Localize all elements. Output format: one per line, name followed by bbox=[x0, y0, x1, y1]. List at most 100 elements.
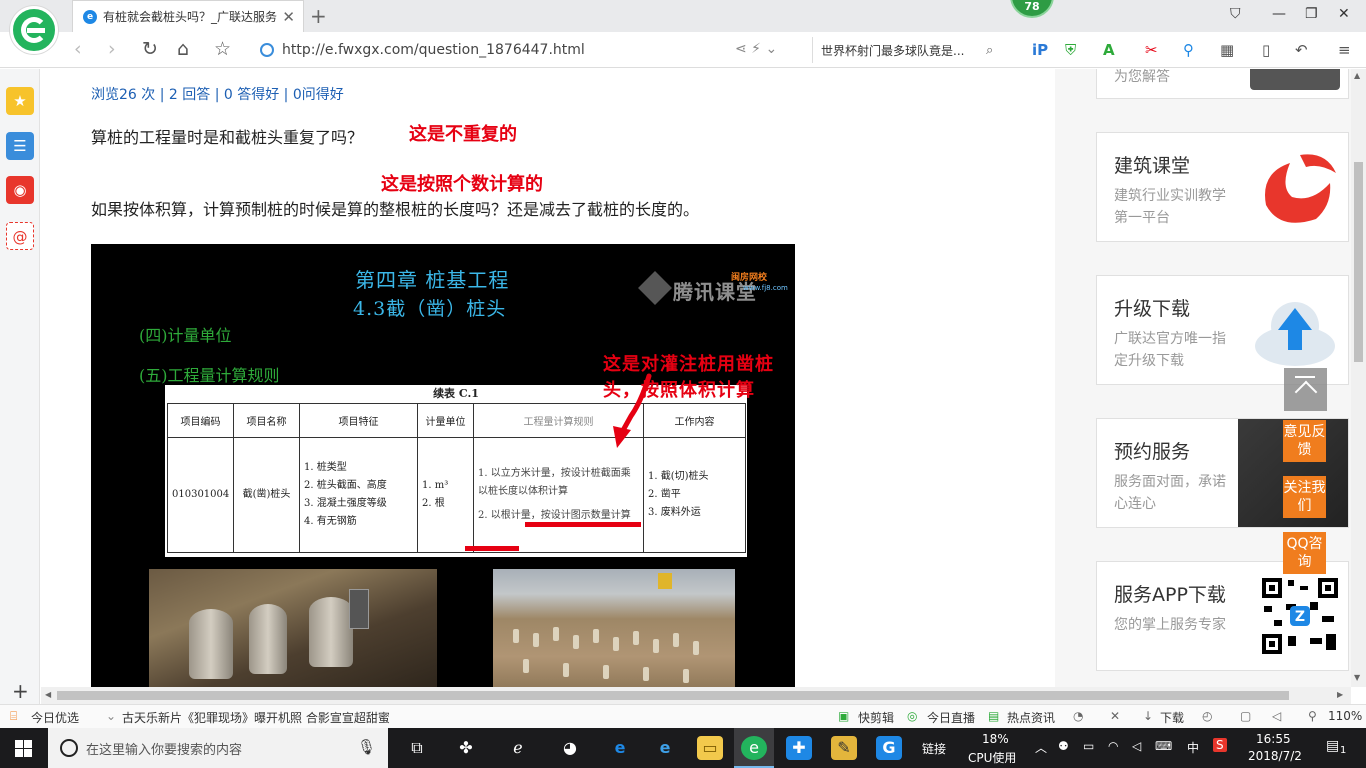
windows-start-icon[interactable] bbox=[15, 740, 32, 757]
scroll-right-icon[interactable]: ▶ bbox=[1337, 690, 1343, 699]
edge-icon[interactable]: e bbox=[607, 736, 633, 760]
close-window-button[interactable]: ✕ bbox=[1338, 6, 1350, 22]
weibo-icon[interactable]: ◉ bbox=[6, 176, 34, 204]
add-sidebar-icon[interactable]: + bbox=[12, 679, 29, 703]
shield-money-icon[interactable]: ⛨ bbox=[1065, 41, 1076, 59]
today-picks-link[interactable]: 今日优选 bbox=[31, 709, 79, 726]
glodon-app-icon[interactable]: G bbox=[876, 736, 902, 760]
horizontal-scrollbar[interactable]: ◀ ▶ bbox=[41, 687, 1351, 704]
follow-us-button[interactable]: 关注我们 bbox=[1283, 476, 1326, 518]
chevron-down-icon[interactable]: ⌄ bbox=[106, 709, 116, 723]
ad-card-classroom[interactable]: 建筑课堂 建筑行业实训教学第一平台 bbox=[1096, 132, 1349, 242]
address-tools[interactable]: ⋖ ⚡ ⌄ bbox=[735, 41, 777, 57]
favorites-star-icon[interactable]: ★ bbox=[6, 87, 34, 115]
browser-taskbar-icon[interactable]: e bbox=[741, 736, 767, 760]
menu-icon[interactable]: ≡ bbox=[1338, 41, 1351, 59]
question-stats[interactable]: 浏览26 次 | 2 回答 | 0 答得好 | 0问得好 bbox=[91, 84, 344, 104]
apps-grid-icon[interactable]: ▦ bbox=[1220, 41, 1234, 59]
chrome-like-icon[interactable]: ◕ bbox=[557, 736, 583, 760]
restore-button[interactable]: ❐ bbox=[1305, 6, 1318, 22]
sogou-ime-icon[interactable]: S bbox=[1213, 738, 1227, 752]
scroll-left-icon[interactable]: ◀ bbox=[45, 690, 51, 699]
address-bar[interactable]: http://e.fwxgx.com/question_1876447.html bbox=[260, 37, 805, 63]
mobile-icon[interactable]: ▯ bbox=[1262, 41, 1270, 59]
keyboard-icon[interactable]: ⌨ bbox=[1155, 739, 1172, 753]
undo-icon[interactable]: ↶ bbox=[1295, 41, 1308, 59]
horizontal-scroll-thumb[interactable] bbox=[57, 691, 1289, 700]
pile-spike bbox=[593, 629, 599, 643]
refresh-icon[interactable]: ↻ bbox=[142, 38, 158, 60]
taskbar-search[interactable]: 在这里输入你要搜索的内容 🎙 bbox=[48, 728, 388, 768]
ad-person-image bbox=[1250, 69, 1340, 90]
feedback-button[interactable]: 意见反馈 bbox=[1283, 420, 1326, 462]
translate-icon[interactable]: A bbox=[1103, 41, 1115, 59]
favorite-star-icon[interactable]: ☆ bbox=[214, 38, 231, 60]
microphone-icon[interactable]: 🎙 bbox=[357, 738, 376, 756]
forward-icon[interactable]: › bbox=[108, 38, 116, 60]
magnifier-icon[interactable]: ⚲ bbox=[1183, 41, 1194, 59]
tray-expand-icon[interactable]: ︿ bbox=[1035, 739, 1047, 756]
ie-e-icon[interactable]: ℯ bbox=[505, 736, 531, 760]
file-explorer-icon[interactable]: ▭ bbox=[697, 736, 723, 760]
ad-card-answer[interactable]: 为您解答 bbox=[1096, 69, 1349, 99]
vertical-scroll-thumb[interactable] bbox=[1354, 162, 1363, 362]
internet-explorer-icon[interactable]: e bbox=[652, 736, 678, 760]
shirt-icon[interactable]: ⛉ bbox=[1230, 6, 1241, 22]
nav-bar: ‹ › ↻ ⌂ ☆ http://e.fwxgx.com/question_18… bbox=[0, 32, 1366, 68]
close-tab-icon[interactable]: ✕ bbox=[282, 8, 295, 26]
browser-logo[interactable] bbox=[10, 6, 58, 54]
volume-icon[interactable]: ◁ bbox=[1132, 739, 1141, 753]
email-icon[interactable]: @ bbox=[6, 222, 34, 250]
news-ticker-link[interactable]: 古天乐新片《犯罪现场》曝开机照 合影宣宣超甜蜜 bbox=[122, 709, 390, 726]
tab-active[interactable]: e 有桩就会截桩头吗？_广联达服务 ✕ bbox=[72, 0, 304, 32]
plus-app-icon[interactable]: ✚ bbox=[786, 736, 812, 760]
reading-list-icon[interactable]: ☰ bbox=[6, 132, 34, 160]
window-icon[interactable]: ▢ bbox=[1240, 709, 1251, 723]
clock-date[interactable]: 2018/7/2 bbox=[1248, 749, 1302, 763]
scroll-down-icon[interactable]: ▼ bbox=[1354, 673, 1360, 682]
home-icon[interactable]: ⌂ bbox=[177, 38, 189, 60]
tray-app-icon[interactable]: ⚉ bbox=[1058, 739, 1069, 753]
notes-app-icon[interactable]: ✎ bbox=[831, 736, 857, 760]
notification-badge[interactable]: 78 bbox=[1010, 0, 1054, 18]
watermark-school: 闽房网校 bbox=[731, 273, 768, 283]
clean-icon[interactable]: ◴ bbox=[1202, 709, 1212, 723]
search-input[interactable]: 世界杯射门最多球队竟是... bbox=[821, 42, 986, 59]
task-view-icon[interactable]: ⧉ bbox=[404, 736, 430, 760]
scissors-icon[interactable]: ✂ bbox=[1145, 41, 1158, 59]
col-header: 计量单位 bbox=[417, 403, 474, 438]
zoom-level[interactable]: 110% bbox=[1328, 709, 1362, 723]
speed-icon[interactable]: ◔ bbox=[1073, 709, 1083, 723]
download-link[interactable]: 下载 bbox=[1160, 709, 1184, 726]
pile-shape bbox=[189, 609, 233, 679]
url-text[interactable]: http://e.fwxgx.com/question_1876447.html bbox=[282, 42, 585, 58]
search-box[interactable]: 世界杯射门最多球队竟是... ⌕ bbox=[812, 37, 1007, 63]
battery-icon[interactable]: ▭ bbox=[1083, 739, 1094, 753]
search-icon[interactable]: ⌕ bbox=[986, 43, 993, 58]
ime-language[interactable]: 中 bbox=[1187, 739, 1199, 756]
vertical-scrollbar[interactable]: ▲ ▼ bbox=[1351, 69, 1366, 687]
live-link[interactable]: 今日直播 bbox=[927, 709, 975, 726]
new-tab-button[interactable]: + bbox=[310, 4, 327, 28]
ad-card-app[interactable]: 服务APP下载 您的掌上服务专家 Z bbox=[1096, 561, 1349, 671]
pin-icon[interactable]: ✕ bbox=[1110, 709, 1120, 723]
back-icon[interactable]: ‹ bbox=[74, 38, 82, 60]
action-center-icon[interactable]: ▤ bbox=[1326, 738, 1339, 754]
wifi-icon[interactable]: ◠ bbox=[1108, 739, 1118, 753]
quick-edit-link[interactable]: 快剪辑 bbox=[858, 709, 894, 726]
col-header: 项目名称 bbox=[233, 403, 300, 438]
fan-app-icon[interactable]: ✤ bbox=[453, 736, 479, 760]
extension-ip-icon[interactable]: iP bbox=[1032, 41, 1048, 59]
qq-consult-button[interactable]: QQ咨询 bbox=[1283, 532, 1326, 574]
scroll-up-icon[interactable]: ▲ bbox=[1354, 71, 1360, 80]
windows-taskbar: 在这里输入你要搜索的内容 🎙 ⧉ ✤ ℯ ◕ e e ▭ e ✚ ✎ G 链接 … bbox=[0, 728, 1366, 768]
hot-news-link[interactable]: 热点资讯 bbox=[1007, 709, 1055, 726]
minimize-button[interactable]: — bbox=[1272, 6, 1286, 22]
tencent-classroom-watermark: 腾讯课堂 闽房网校 www.fj8.com bbox=[638, 270, 793, 305]
sound-icon[interactable]: ◁ bbox=[1272, 709, 1281, 723]
clock-time[interactable]: 16:55 bbox=[1256, 732, 1291, 746]
back-to-top-button[interactable] bbox=[1284, 368, 1327, 411]
link-label[interactable]: 链接 bbox=[922, 740, 946, 757]
cell-units: 1. m³ 2. 根 bbox=[417, 437, 474, 553]
taskbar-search-input[interactable]: 在这里输入你要搜索的内容 bbox=[86, 739, 242, 758]
